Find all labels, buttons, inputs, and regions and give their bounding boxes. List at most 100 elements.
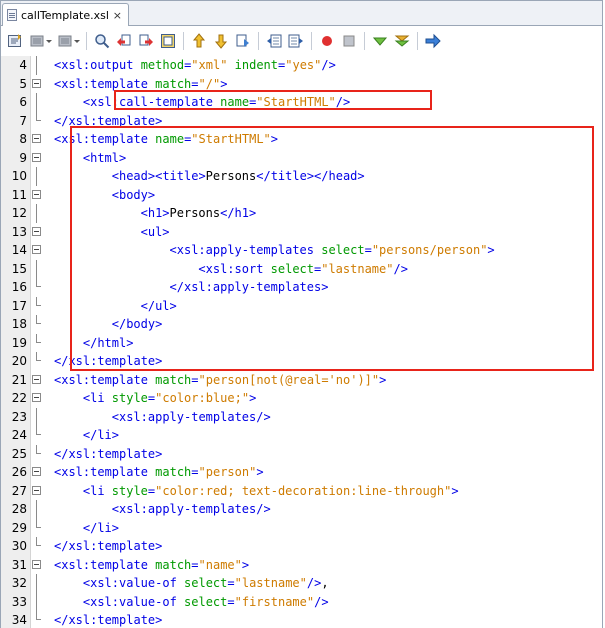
code-line[interactable]: 21 <xsl:template match="person[not(@real=… bbox=[1, 371, 601, 390]
code-line[interactable]: 9 <html> bbox=[1, 149, 601, 168]
code-line[interactable]: 28 <xsl:apply-templates/> bbox=[1, 500, 601, 519]
code-line[interactable]: 29 </li> bbox=[1, 518, 601, 538]
code-line[interactable]: 5 <xsl:template match="/"> bbox=[1, 75, 601, 94]
source-history-icon[interactable] bbox=[7, 33, 23, 49]
find-next-icon[interactable] bbox=[138, 33, 154, 49]
code-line[interactable]: 7 </xsl:template> bbox=[1, 111, 601, 131]
find-icon[interactable] bbox=[94, 33, 110, 49]
code-line[interactable]: 32 <xsl:value-of select="lastname"/>, bbox=[1, 574, 601, 593]
file-tab[interactable]: callTemplate.xsl × bbox=[2, 3, 129, 26]
fold-toggle-icon[interactable] bbox=[32, 467, 41, 476]
xml-tag-token: > bbox=[487, 243, 495, 257]
toggle-highlight-icon[interactable] bbox=[160, 33, 176, 49]
code-text: <xsl:output method="xml" indent="yes"/> bbox=[54, 56, 336, 75]
xml-attribute-token: style bbox=[111, 483, 148, 498]
code-line[interactable]: 17 </ul> bbox=[1, 296, 601, 316]
code-line[interactable]: 16 </xsl:apply-templates> bbox=[1, 278, 601, 297]
code-line[interactable]: 30 </xsl:template> bbox=[1, 537, 601, 556]
check-xml-icon[interactable] bbox=[394, 33, 410, 49]
xml-value-token: "person" bbox=[198, 465, 257, 479]
file-tab-title: callTemplate.xsl bbox=[21, 8, 109, 22]
xml-tag-token: <xsl:apply-templates/> bbox=[111, 409, 271, 424]
code-line[interactable]: 12 <h1>Persons</h1> bbox=[1, 204, 601, 223]
fold-toggle-icon[interactable] bbox=[32, 393, 41, 402]
code-line[interactable]: 6 <xsl:call-template name="StartHTML"/> bbox=[1, 93, 601, 112]
validate-xml-icon[interactable] bbox=[372, 33, 388, 49]
xml-value-token: "lastname" bbox=[321, 261, 394, 276]
code-text: </li> bbox=[83, 519, 119, 538]
prev-bookmark-icon[interactable] bbox=[191, 33, 207, 49]
fold-toggle-icon[interactable] bbox=[32, 485, 41, 495]
code-line[interactable]: 23 <xsl:apply-templates/> bbox=[1, 407, 601, 426]
fold-toggle-icon[interactable] bbox=[32, 134, 41, 143]
code-editor[interactable]: 4 <xsl:output method="xml" indent="yes"/>… bbox=[0, 56, 603, 628]
next-bookmark-icon[interactable] bbox=[213, 33, 229, 49]
fold-toggle-icon[interactable] bbox=[32, 78, 41, 88]
xml-tag-token: /> bbox=[314, 594, 329, 609]
fold-end-marker bbox=[36, 333, 41, 343]
code-line[interactable]: 4 <xsl:output method="xml" indent="yes"/> bbox=[1, 56, 601, 75]
xml-tag-token: <ul> bbox=[140, 224, 170, 239]
back-icon[interactable] bbox=[29, 33, 45, 49]
toolbar-separator bbox=[417, 32, 418, 50]
fold-guide-line bbox=[36, 204, 37, 223]
fold-toggle-icon[interactable] bbox=[32, 245, 41, 254]
toggle-bookmark-icon[interactable] bbox=[235, 33, 251, 49]
code-line[interactable]: 14 <xsl:apply-templates select="persons/p… bbox=[1, 241, 601, 260]
fold-end-marker bbox=[36, 352, 41, 361]
xsl-file-icon bbox=[7, 9, 17, 21]
fold-toggle-icon[interactable] bbox=[32, 152, 41, 162]
xml-tag-token: </xsl:template> bbox=[54, 446, 163, 461]
code-text: <xsl:template name="StartHTML"> bbox=[54, 130, 278, 149]
code-line[interactable]: 22 <li style="color:blue;"> bbox=[1, 389, 601, 408]
line-number: 7 bbox=[19, 113, 27, 128]
record-macro-icon[interactable] bbox=[319, 33, 335, 49]
xml-tag-token: </xsl:apply-templates> bbox=[169, 280, 329, 294]
fold-toggle-icon[interactable] bbox=[32, 374, 41, 384]
code-line[interactable]: 26 <xsl:template match="person"> bbox=[1, 463, 601, 482]
code-line[interactable]: 10 <head><title>Persons</title></head> bbox=[1, 167, 601, 186]
fold-toggle-icon[interactable] bbox=[32, 226, 41, 236]
code-line[interactable]: 34 </xsl:template> bbox=[1, 611, 601, 628]
shift-left-icon[interactable] bbox=[266, 33, 282, 49]
stop-macro-icon[interactable] bbox=[341, 33, 357, 49]
xml-tag-token: </xsl:template> bbox=[54, 539, 163, 553]
fold-toggle-icon[interactable] bbox=[32, 189, 41, 199]
code-line[interactable]: 27 <li style="color:red; text-decoration:… bbox=[1, 482, 601, 501]
fold-end-marker bbox=[36, 518, 41, 528]
close-tab-icon[interactable]: × bbox=[113, 9, 122, 22]
code-line[interactable]: 18 </body> bbox=[1, 315, 601, 334]
xml-tag-token: <xsl:value-of bbox=[82, 576, 185, 590]
code-line[interactable]: 19 </html> bbox=[1, 333, 601, 353]
xml-tag-token: <xsl:call-template bbox=[82, 95, 221, 109]
toolbar-separator bbox=[364, 32, 365, 50]
fold-guide-line bbox=[36, 167, 37, 186]
line-number: 13 bbox=[11, 224, 27, 239]
find-prev-icon[interactable] bbox=[116, 33, 132, 49]
code-text: <xsl:value-of select="firstname"/> bbox=[83, 593, 329, 612]
toolbar-separator bbox=[86, 32, 87, 50]
fold-toggle-icon[interactable] bbox=[32, 559, 41, 569]
dropdown-icon[interactable] bbox=[73, 33, 81, 49]
xml-attribute-token: select bbox=[184, 594, 228, 609]
run-xsl-icon[interactable] bbox=[425, 33, 441, 49]
code-line[interactable]: 20 </xsl:template> bbox=[1, 352, 601, 371]
code-text: <xsl:template match="name"> bbox=[54, 556, 249, 575]
code-line[interactable]: 15 <xsl:sort select="lastname"/> bbox=[1, 259, 601, 278]
dropdown-icon[interactable] bbox=[45, 33, 53, 49]
toolbar-separator bbox=[258, 32, 259, 50]
line-number: 14 bbox=[11, 243, 27, 257]
fold-end-marker bbox=[36, 296, 41, 306]
code-line[interactable]: 8 <xsl:template name="StartHTML"> bbox=[1, 130, 601, 149]
code-line[interactable]: 25 </xsl:template> bbox=[1, 444, 601, 464]
code-line[interactable]: 13 <ul> bbox=[1, 223, 601, 242]
forward-icon[interactable] bbox=[57, 33, 73, 49]
code-line[interactable]: 31 <xsl:template match="name"> bbox=[1, 556, 601, 575]
shift-right-icon[interactable] bbox=[288, 33, 304, 49]
xml-attribute-token: indent bbox=[234, 58, 279, 72]
code-text: <xsl:apply-templates/> bbox=[112, 500, 271, 519]
code-text: </html> bbox=[83, 334, 134, 353]
code-line[interactable]: 33 <xsl:value-of select="firstname"/> bbox=[1, 592, 601, 612]
code-line[interactable]: 24 </li> bbox=[1, 426, 601, 445]
code-line[interactable]: 11 <body> bbox=[1, 186, 601, 205]
